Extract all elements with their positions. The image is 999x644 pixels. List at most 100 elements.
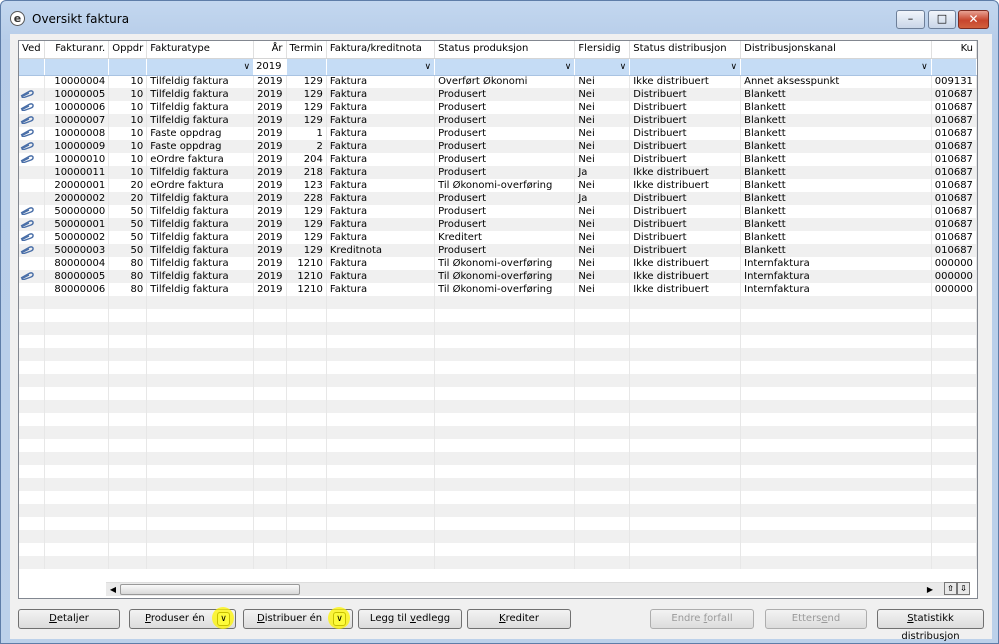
empty-row[interactable] [19,426,977,439]
filter-distribusjonskanal[interactable]: ∨ [740,58,932,76]
table-row[interactable]: 80000005 80 Tilfeldig faktura 2019 1210 Faktu… [19,270,977,283]
empty-row[interactable] [19,400,977,413]
empty-row[interactable] [19,465,977,478]
col-header-status-distribusjon[interactable]: Status distribusjon [629,41,742,59]
table-row[interactable]: 20000001 20 eOrdre faktura 2019 123 Faktura Ti… [19,179,977,192]
detaljer-button[interactable]: Detaljer [18,609,120,629]
col-header-ku[interactable]: Ku [931,41,977,59]
krediter-button[interactable]: Krediter [467,609,571,629]
table-row[interactable]: 10000007 10 Tilfeldig faktura 2019 129 Faktur… [19,114,977,127]
filter-termin[interactable] [286,58,327,76]
filter-oppdr[interactable] [108,58,148,76]
empty-cell [574,374,631,387]
col-header-ar[interactable]: År [253,41,287,59]
col-header-faktura-kreditnota[interactable]: Faktura/kreditnota [326,41,436,59]
empty-row[interactable] [19,478,977,491]
empty-row[interactable] [19,517,977,530]
produser-dropdown-chevron-icon[interactable]: ∨ [217,612,230,626]
col-header-distribusjonskanal[interactable]: Distribusjonskanal [740,41,932,59]
chevron-down-icon[interactable]: ∨ [424,61,431,73]
filter-status-produksjon[interactable]: ∨ [434,58,576,76]
table-row[interactable]: 10000009 10 Faste oppdrag 2019 2 Faktura Produ… [19,140,977,153]
table-row[interactable]: 10000005 10 Tilfeldig faktura 2019 129 Faktur… [19,88,977,101]
col-header-flersidig[interactable]: Flersidig [574,41,631,59]
empty-row[interactable] [19,543,977,556]
distribuer-en-button[interactable]: Distribuer én ∨ [243,607,353,629]
endre-forfall-button[interactable]: Endre forfall [650,609,754,629]
table-row[interactable]: 50000003 50 Tilfeldig faktura 2019 129 Kredit… [19,244,977,257]
table-row[interactable]: 80000006 80 Tilfeldig faktura 2019 1210 Faktu… [19,283,977,296]
empty-cell [629,322,742,335]
empty-row[interactable] [19,439,977,452]
filter-ved[interactable] [19,58,45,76]
chevron-down-icon[interactable]: ∨ [620,61,627,73]
empty-cell [146,296,255,309]
empty-row[interactable] [19,335,977,348]
filter-ar[interactable]: 2019 [253,58,287,76]
filter-fakturatype[interactable]: ∨ [146,58,255,76]
cell-faktura-kreditnota: Kreditnota [326,244,436,257]
title-bar[interactable]: e Oversikt faktura – □ ✕ [1,1,998,35]
table-row[interactable]: 80000004 80 Tilfeldig faktura 2019 1210 Faktu… [19,257,977,270]
distribuer-dropdown-chevron-icon[interactable]: ∨ [333,612,346,626]
scroll-right-icon[interactable]: ▶ [924,584,936,596]
empty-row[interactable] [19,556,977,569]
cell-fakturanr: 20000002 [44,192,110,205]
horizontal-scrollbar[interactable]: ◀ ▶ [106,582,970,596]
scroll-bottom-icon[interactable]: ⇩ [957,582,970,595]
table-row[interactable]: 10000006 10 Tilfeldig faktura 2019 129 Faktur… [19,101,977,114]
paperclip-icon [20,245,34,254]
table-row[interactable]: 10000011 10 Tilfeldig faktura 2019 218 Faktur… [19,166,977,179]
table-row[interactable]: 10000008 10 Faste oppdrag 2019 1 Faktura Produ… [19,127,977,140]
table-row[interactable]: 50000002 50 Tilfeldig faktura 2019 129 Faktur… [19,231,977,244]
col-header-oppdr[interactable]: Oppdr [108,41,148,59]
empty-row[interactable] [19,348,977,361]
col-header-termin[interactable]: Termin [286,41,327,59]
empty-row[interactable] [19,361,977,374]
produser-en-button[interactable]: Produser én ∨ [129,607,236,629]
filter-status-distribusjon[interactable]: ∨ [629,58,742,76]
col-header-status-produksjon[interactable]: Status produksjon [434,41,576,59]
chevron-down-icon[interactable]: ∨ [243,61,250,73]
empty-row[interactable] [19,491,977,504]
empty-cell [326,452,436,465]
table-row[interactable]: 50000001 50 Tilfeldig faktura 2019 129 Faktur… [19,218,977,231]
maximize-button[interactable]: □ [928,10,956,29]
minimize-button[interactable]: – [896,10,925,29]
col-header-fakturanr[interactable]: Fakturanr. [44,41,110,59]
close-button[interactable]: ✕ [958,10,989,29]
empty-cell [286,556,327,569]
empty-row[interactable] [19,413,977,426]
scrollbar-thumb[interactable] [120,584,300,595]
table-row[interactable]: 10000004 10 Tilfeldig faktura 2019 129 Faktur… [19,75,977,88]
col-header-fakturatype[interactable]: Fakturatype [146,41,255,59]
empty-row[interactable] [19,296,977,309]
filter-faktura-kreditnota[interactable]: ∨ [326,58,436,76]
empty-row[interactable] [19,452,977,465]
table-row[interactable]: 10000010 10 eOrdre faktura 2019 204 Faktura Pr… [19,153,977,166]
empty-row[interactable] [19,322,977,335]
empty-row[interactable] [19,387,977,400]
empty-row[interactable] [19,530,977,543]
legg-til-vedlegg-button[interactable]: Legg til vedlegg [358,609,462,629]
table-row[interactable]: 50000000 50 Tilfeldig faktura 2019 129 Faktur… [19,205,977,218]
table-row[interactable]: 20000002 20 Tilfeldig faktura 2019 228 Faktur… [19,192,977,205]
scroll-left-icon[interactable]: ◀ [107,584,119,596]
cell-fakturatype: Tilfeldig faktura [146,270,255,283]
empty-cell [44,504,110,517]
chevron-down-icon[interactable]: ∨ [731,61,738,73]
empty-row[interactable] [19,504,977,517]
cell-faktura-kreditnota: Faktura [326,140,436,153]
statistikk-distribusjon-button[interactable]: Statistikk distribusjon [877,609,984,642]
filter-fakturanr[interactable] [44,58,110,76]
empty-row[interactable] [19,374,977,387]
filter-ku[interactable] [931,58,977,76]
chevron-down-icon[interactable]: ∨ [921,61,928,73]
chevron-down-icon[interactable]: ∨ [565,61,572,73]
empty-cell [629,478,742,491]
ettersend-button[interactable]: Ettersend [765,609,867,629]
filter-flersidig[interactable]: ∨ [574,58,631,76]
empty-row[interactable] [19,309,977,322]
scroll-top-icon[interactable]: ⇧ [944,582,957,595]
col-header-ved[interactable]: Ved [19,41,45,59]
